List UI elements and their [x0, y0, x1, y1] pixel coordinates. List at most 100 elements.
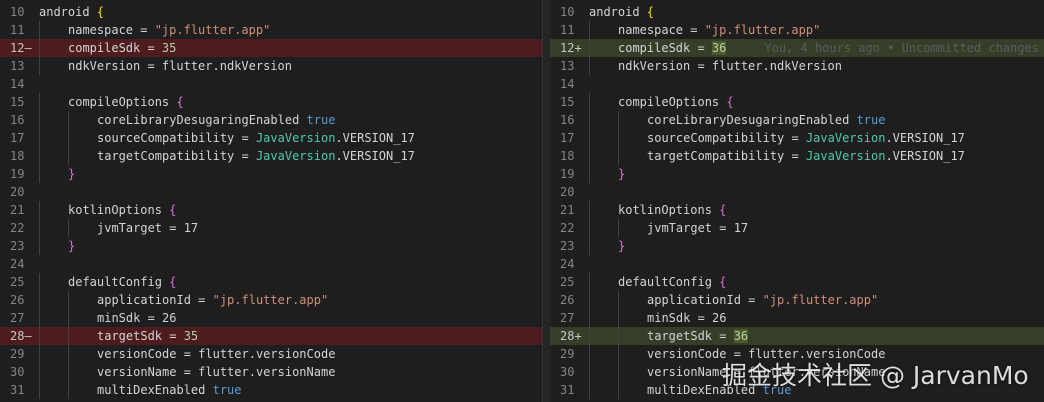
line-number: 28—	[10, 329, 32, 343]
indent-guide	[39, 273, 40, 291]
code-token: "jp.flutter.app"	[704, 23, 821, 37]
code-token: JavaVersion	[805, 131, 886, 145]
indent-guide	[589, 111, 590, 129]
code-token: versionCode = flutter.versionCode	[97, 347, 336, 361]
code-token: {	[726, 95, 734, 109]
code-line[interactable]: 27 minSdk = 26	[550, 309, 1044, 327]
code-text: jvmTarget = 17	[97, 219, 198, 237]
indent-guide	[589, 165, 590, 183]
line-number: 13	[10, 59, 25, 73]
code-token: "jp.flutter.app"	[762, 293, 879, 307]
indent-guide	[68, 219, 69, 237]
code-token: jvmTarget = 17	[97, 221, 199, 235]
code-token: targetCompatibility =	[97, 149, 256, 163]
code-line[interactable]: 11 namespace = "jp.flutter.app"	[550, 21, 1044, 39]
code-line[interactable]: 11 namespace = "jp.flutter.app"	[0, 21, 542, 39]
code-line[interactable]: 16 coreLibraryDesugaringEnabled true	[550, 111, 1044, 129]
code-token: android	[39, 5, 97, 19]
code-line[interactable]: 20	[0, 183, 542, 201]
code-line[interactable]: 23}	[550, 237, 1044, 255]
code-line[interactable]: 17 sourceCompatibility = JavaVersion.VERS…	[550, 129, 1044, 147]
indent-guide	[618, 381, 619, 399]
indent-guide	[39, 57, 40, 75]
line-number: 23	[10, 239, 25, 253]
line-number: 21	[10, 203, 25, 217]
code-line[interactable]: 22 jvmTarget = 17	[550, 219, 1044, 237]
git-blame-annotation: You, 4 hours ago • Uncommitted changes	[764, 41, 1039, 55]
code-line[interactable]: 13 ndkVersion = flutter.ndkVersion	[0, 57, 542, 75]
code-line[interactable]: 25 defaultConfig {	[550, 273, 1044, 291]
indent-guide	[39, 327, 40, 345]
indent-guide	[68, 327, 69, 345]
diff-modified-pane[interactable]: 10 android {11 namespace = "jp.flutter.app…	[550, 3, 1044, 402]
code-line[interactable]: 15 compileOptions {	[550, 93, 1044, 111]
code-text: compileOptions {	[68, 93, 184, 111]
deleted-line[interactable]: 28— targetSdk = 35	[0, 327, 542, 345]
code-line[interactable]: 20	[550, 183, 1044, 201]
indent-guide	[39, 309, 40, 327]
line-number: 31	[560, 383, 575, 397]
code-text: kotlinOptions {	[618, 201, 726, 219]
code-line[interactable]: 24	[550, 255, 1044, 273]
code-token: coreLibraryDesugaringEnabled	[97, 113, 307, 127]
indent-guide	[618, 309, 619, 327]
line-number: 15	[560, 95, 575, 109]
code-line[interactable]: 13 ndkVersion = flutter.ndkVersion	[550, 57, 1044, 75]
code-token: 36	[733, 329, 749, 343]
indent-guide	[39, 219, 40, 237]
indent-guide	[618, 111, 619, 129]
code-text: defaultConfig {	[618, 273, 726, 291]
diff-original-pane[interactable]: 10 android {11 namespace = "jp.flutter.app…	[0, 3, 542, 402]
code-token: sourceCompatibility =	[647, 131, 806, 145]
code-line[interactable]: 14	[0, 75, 542, 93]
code-token: {	[169, 275, 177, 289]
code-line[interactable]: 29 versionCode = flutter.versionCode	[0, 345, 542, 363]
indent-guide	[68, 129, 69, 147]
indent-guide	[589, 147, 590, 165]
line-number: 16	[560, 113, 575, 127]
indent-guide	[68, 345, 69, 363]
code-text: defaultConfig {	[68, 273, 176, 291]
code-line[interactable]: 30 versionName = flutter.versionName	[0, 363, 542, 381]
code-line[interactable]: 14	[550, 75, 1044, 93]
code-line[interactable]: 21 kotlinOptions {	[550, 201, 1044, 219]
code-line[interactable]: 25 defaultConfig {	[0, 273, 542, 291]
code-line[interactable]: 19}	[550, 165, 1044, 183]
code-line[interactable]: 10 android {	[550, 3, 1044, 21]
code-token: JavaVersion	[255, 131, 336, 145]
indent-guide	[39, 129, 40, 147]
line-number: 31	[10, 383, 25, 397]
line-number: 20	[10, 185, 25, 199]
added-line[interactable]: 28+ targetSdk = 36	[550, 327, 1044, 345]
code-text: }	[68, 237, 75, 255]
code-line[interactable]: 24	[0, 255, 542, 273]
code-line[interactable]: 17 sourceCompatibility = JavaVersion.VERS…	[0, 129, 542, 147]
indent-guide	[589, 237, 590, 255]
indent-guide	[589, 345, 590, 363]
code-line[interactable]: 19}	[0, 165, 542, 183]
code-token: targetCompatibility =	[647, 149, 806, 163]
added-line[interactable]: 12+ compileSdk = 36 You, 4 hours ago • Unc…	[550, 39, 1044, 57]
indent-guide	[589, 129, 590, 147]
code-token: {	[176, 95, 184, 109]
code-text: versionCode = flutter.versionCode	[97, 345, 335, 363]
deleted-line[interactable]: 12— compileSdk = 35	[0, 39, 542, 57]
indent-guide	[589, 381, 590, 399]
code-line[interactable]: 26 applicationId = "jp.flutter.app"	[0, 291, 542, 309]
code-line[interactable]: 21 kotlinOptions {	[0, 201, 542, 219]
code-line[interactable]: 18 targetCompatibility = JavaVersion.VERS…	[0, 147, 542, 165]
code-line[interactable]: 22 jvmTarget = 17	[0, 219, 542, 237]
code-line[interactable]: 31 multiDexEnabled true	[0, 381, 542, 399]
code-line[interactable]: 10 android {	[0, 3, 542, 21]
code-line[interactable]: 15 compileOptions {	[0, 93, 542, 111]
indent-guide	[589, 93, 590, 111]
code-line[interactable]: 23}	[0, 237, 542, 255]
code-token: {	[646, 5, 655, 19]
code-line[interactable]: 26 applicationId = "jp.flutter.app"	[550, 291, 1044, 309]
code-line[interactable]: 27 minSdk = 26	[0, 309, 542, 327]
code-line[interactable]: 16 coreLibraryDesugaringEnabled true	[0, 111, 542, 129]
code-token: compileSdk =	[68, 41, 162, 55]
indent-guide	[618, 345, 619, 363]
code-text: sourceCompatibility = JavaVersion.VERSIO…	[97, 129, 415, 147]
code-line[interactable]: 18 targetCompatibility = JavaVersion.VERS…	[550, 147, 1044, 165]
